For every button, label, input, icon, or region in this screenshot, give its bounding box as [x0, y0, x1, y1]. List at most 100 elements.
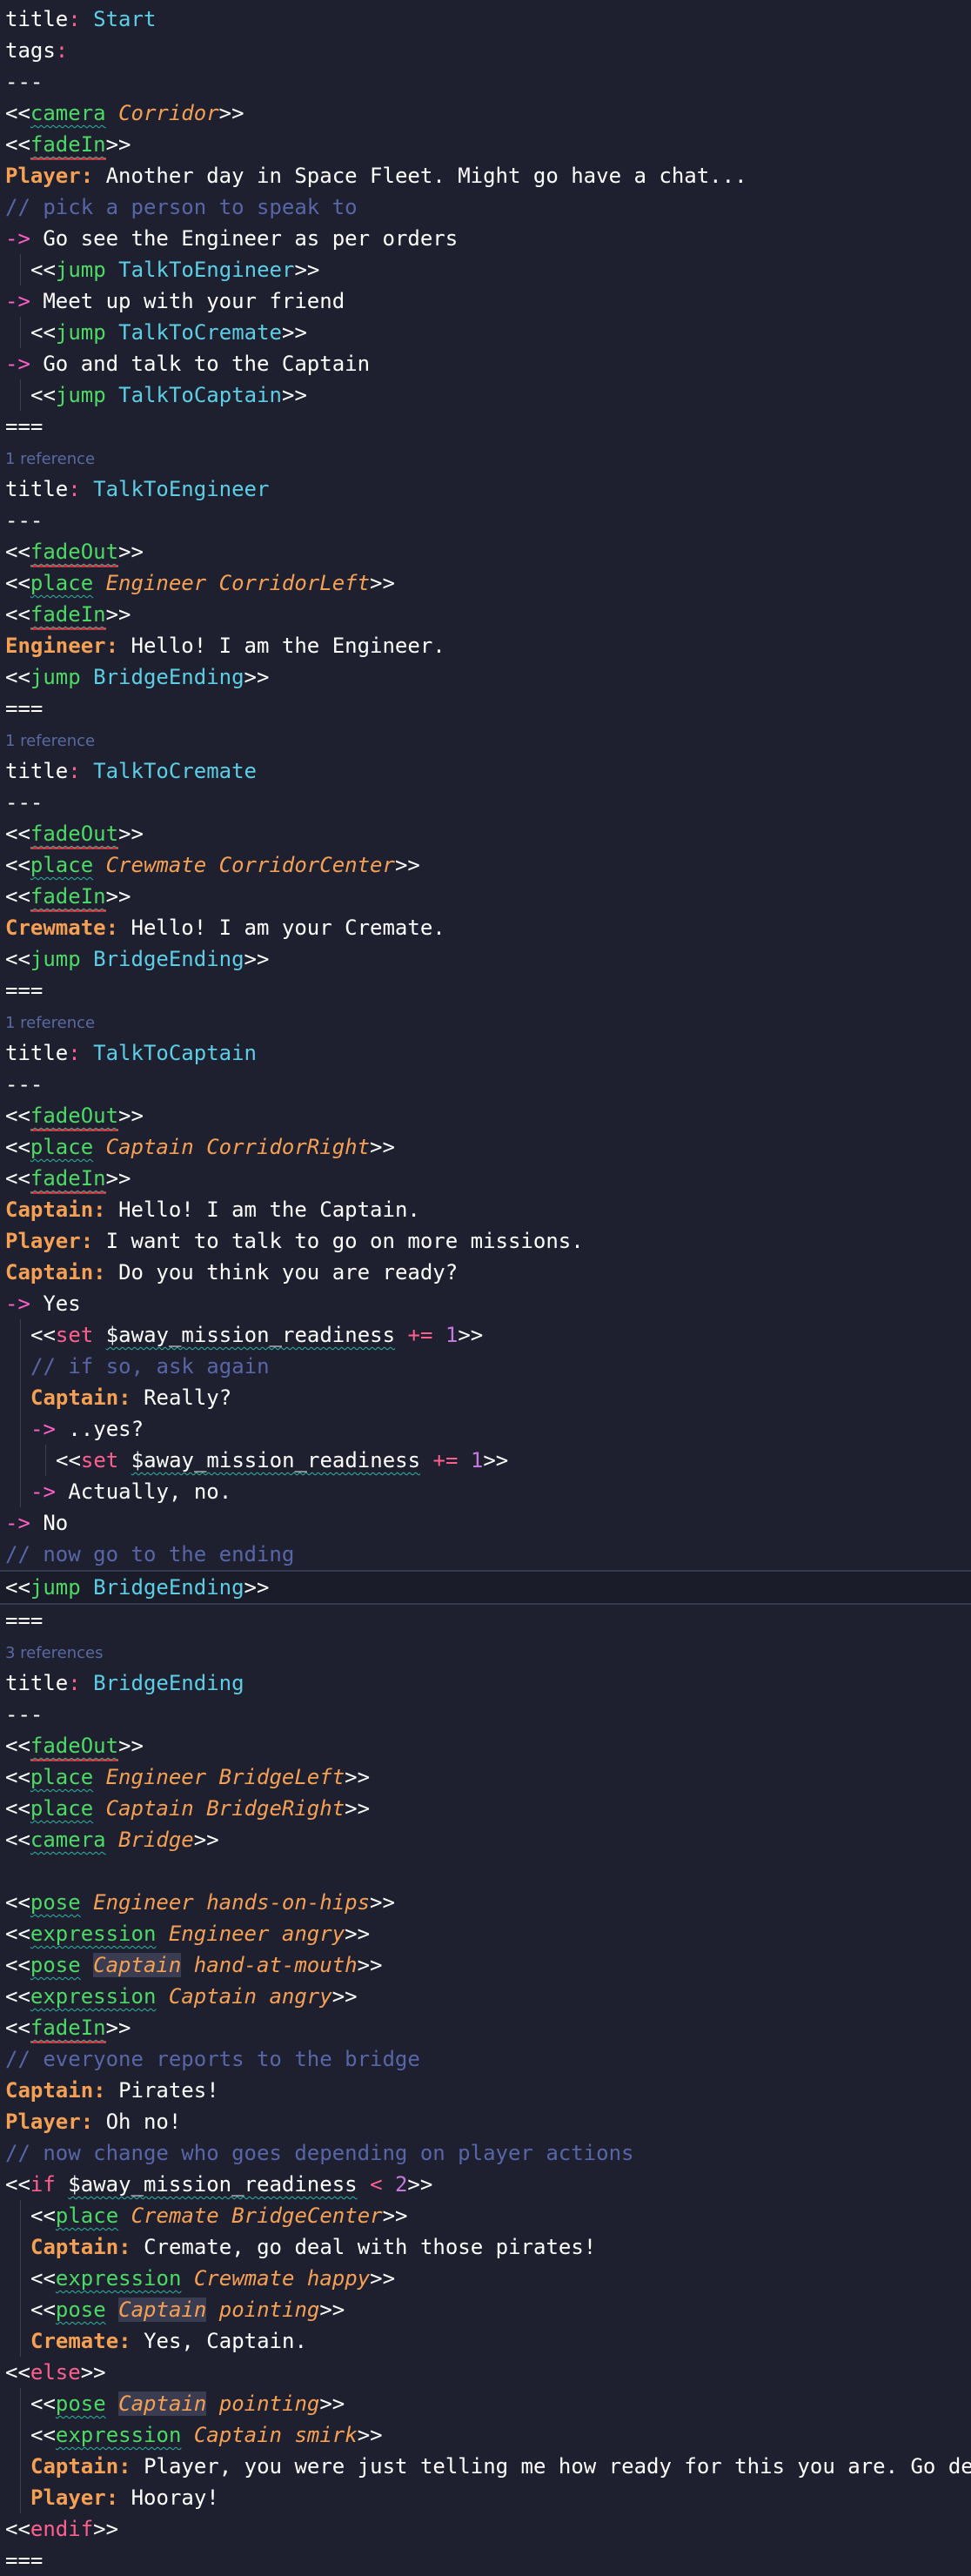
code-line[interactable]: -> No — [0, 1507, 971, 1539]
code-editor[interactable]: title: Start tags: --- <<camera Corridor>>… — [0, 0, 971, 2576]
code-line[interactable]: // everyone reports to the bridge — [0, 2043, 971, 2075]
code-line[interactable]: --- — [0, 505, 971, 536]
codelens-references[interactable]: 1 reference — [0, 442, 971, 473]
code-line[interactable]: Crewmate: Hello! I am your Cremate. — [0, 912, 971, 943]
code-line[interactable]: --- — [0, 787, 971, 818]
code-line[interactable]: <<jump TalkToCremate>> — [0, 317, 971, 348]
code-line[interactable]: <<else>> — [0, 2357, 971, 2388]
code-line[interactable]: Engineer: Hello! I am the Engineer. — [0, 630, 971, 661]
code-line[interactable]: <<set $away_mission_readiness += 1>> — [0, 1319, 971, 1351]
code-line[interactable]: Captain: Hello! I am the Captain. — [0, 1194, 971, 1225]
code-line[interactable]: === — [0, 2545, 971, 2576]
code-line[interactable]: title: TalkToCremate — [0, 755, 971, 787]
code-line[interactable]: -> Go and talk to the Captain — [0, 348, 971, 379]
code-line[interactable]: Player: Another day in Space Fleet. Migh… — [0, 160, 971, 191]
command-name: expression — [55, 2423, 182, 2447]
code-line[interactable]: --- — [0, 1699, 971, 1730]
code-line[interactable]: -> Actually, no. — [0, 1476, 971, 1507]
code-line[interactable]: -> Meet up with your friend — [0, 285, 971, 317]
code-line[interactable]: === — [0, 975, 971, 1006]
code-line[interactable]: Player: I want to talk to go on more mis… — [0, 1225, 971, 1257]
operator: += — [432, 1448, 459, 1472]
codelens-references[interactable]: 1 reference — [0, 724, 971, 755]
code-line[interactable]: --- — [0, 1069, 971, 1100]
code-line[interactable]: <<fadeIn>> — [0, 599, 971, 630]
code-line[interactable]: <<expression Captain angry>> — [0, 1981, 971, 2012]
code-line[interactable]: === — [0, 411, 971, 442]
code-line[interactable]: Captain: Cremate, go deal with those pir… — [0, 2231, 971, 2263]
code-line[interactable]: <<if $away_mission_readiness < 2>> — [0, 2169, 971, 2200]
code-line[interactable]: Captain: Really? — [0, 1382, 971, 1413]
code-line[interactable]: tags: — [0, 35, 971, 66]
codelens-references[interactable]: 3 references — [0, 1636, 971, 1667]
code-line[interactable]: <<place Cremate BridgeCenter>> — [0, 2200, 971, 2231]
command-args: Crewmate happy — [193, 2266, 371, 2291]
code-line[interactable]: <<fadeOut>> — [0, 818, 971, 849]
jump-target: BridgeEnding — [93, 1575, 244, 1600]
code-line[interactable]: <<pose Captain hand-at-mouth>> — [0, 1949, 971, 1981]
codelens-references[interactable]: 1 reference — [0, 1006, 971, 1037]
code-line[interactable]: <<pose Engineer hands-on-hips>> — [0, 1887, 971, 1918]
code-line[interactable]: // now go to the ending — [0, 1539, 971, 1570]
code-line[interactable]: Captain: Pirates! — [0, 2075, 971, 2106]
code-line[interactable]: Captain: Player, you were just telling m… — [0, 2451, 971, 2482]
code-line[interactable]: <<place Captain CorridorRight>> — [0, 1131, 971, 1163]
command-name: expression — [55, 2266, 182, 2291]
code-line[interactable]: <<expression Captain smirk>> — [0, 2419, 971, 2451]
code-line[interactable]: -> Yes — [0, 1288, 971, 1319]
code-line[interactable]: -> ..yes? — [0, 1413, 971, 1445]
code-line[interactable]: <<place Engineer CorridorLeft>> — [0, 567, 971, 599]
code-line[interactable]: <<jump BridgeEnding>> — [0, 661, 971, 693]
code-line[interactable]: <<endif>> — [0, 2513, 971, 2545]
code-line[interactable]: title: TalkToCaptain — [0, 1037, 971, 1069]
header-key: tags — [5, 38, 56, 63]
code-line[interactable]: <<camera Bridge>> — [0, 1824, 971, 1855]
code-line[interactable]: <<expression Engineer angry>> — [0, 1918, 971, 1949]
code-line[interactable]: === — [0, 693, 971, 724]
command-open: << — [30, 383, 56, 407]
command-open: << — [5, 2172, 30, 2197]
code-line[interactable]: Cremate: Yes, Captain. — [0, 2325, 971, 2357]
header-key: title — [5, 1671, 69, 1695]
code-line[interactable]: <<fadeOut>> — [0, 1730, 971, 1761]
code-line[interactable]: -> Go see the Engineer as per orders — [0, 223, 971, 254]
code-line[interactable]: <<jump TalkToEngineer>> — [0, 254, 971, 285]
code-line[interactable]: <<set $away_mission_readiness += 1>> — [0, 1445, 971, 1476]
option-arrow: -> — [5, 289, 44, 313]
code-line[interactable]: title: TalkToEngineer — [0, 473, 971, 505]
code-line[interactable]: <<fadeIn>> — [0, 2012, 971, 2043]
code-line[interactable]: Captain: Do you think you are ready? — [0, 1257, 971, 1288]
code-line[interactable]: title: BridgeEnding — [0, 1667, 971, 1699]
code-line[interactable]: <<fadeOut>> — [0, 536, 971, 567]
code-line[interactable]: <<place Captain BridgeRight>> — [0, 1793, 971, 1824]
code-line[interactable]: <<fadeIn>> — [0, 1163, 971, 1194]
code-line[interactable]: <<place Crewmate CorridorCenter>> — [0, 849, 971, 881]
code-line[interactable]: <<pose Captain pointing>> — [0, 2294, 971, 2325]
code-line[interactable]: <<pose Captain pointing>> — [0, 2388, 971, 2419]
code-line[interactable]: --- — [0, 66, 971, 97]
speaker-name: Player — [5, 1229, 81, 1253]
code-line[interactable]: <<jump BridgeEnding>> — [0, 943, 971, 975]
code-line[interactable]: // now change who goes depending on play… — [0, 2137, 971, 2169]
dialogue-text: Player, you were just telling me how rea… — [144, 2454, 971, 2479]
code-line[interactable]: // if so, ask again — [0, 1351, 971, 1382]
code-line[interactable] — [0, 1855, 971, 1887]
code-line[interactable]: <<fadeIn>> — [0, 881, 971, 912]
code-line[interactable]: title: Start — [0, 3, 971, 35]
code-line[interactable]: Player: Hooray! — [0, 2482, 971, 2513]
code-line[interactable]: <<place Engineer BridgeLeft>> — [0, 1761, 971, 1793]
code-line[interactable]: <<jump TalkToCaptain>> — [0, 379, 971, 411]
code-line[interactable]: <<expression Crewmate happy>> — [0, 2263, 971, 2294]
command-close: >> — [345, 1922, 371, 1946]
code-line[interactable]: Player: Oh no! — [0, 2106, 971, 2137]
code-line[interactable]: <<fadeOut>> — [0, 1100, 971, 1131]
code-line[interactable]: <<jump BridgeEnding>> — [0, 1570, 971, 1605]
code-line[interactable]: <<camera Corridor>> — [0, 97, 971, 129]
code-line[interactable]: <<fadeIn>> — [0, 129, 971, 160]
code-line[interactable]: // pick a person to speak to — [0, 191, 971, 223]
node-separator: === — [5, 696, 44, 721]
code-line[interactable]: === — [0, 1605, 971, 1636]
